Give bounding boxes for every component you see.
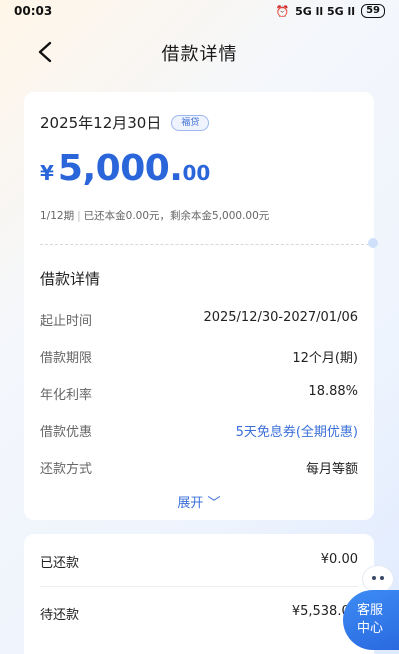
- expand-button[interactable]: 展开 ﹀: [24, 492, 374, 511]
- detail-value: 每月等额: [305, 462, 358, 477]
- service-label-1: 客服: [357, 603, 384, 618]
- amount-integer: 5,000.: [57, 148, 183, 189]
- detail-value: 18.88%: [308, 384, 358, 399]
- paid-label: 已还款: [40, 556, 80, 571]
- pending-row: 待还款 ¥5,538.03: [40, 604, 358, 623]
- loan-date: 2025年12月30日: [40, 114, 162, 132]
- mascot-icon[interactable]: [363, 566, 393, 592]
- detail-label: 还款方式: [40, 462, 93, 477]
- amount-decimal: 00: [182, 161, 211, 185]
- principal-text: 已还本金0.00元，剩余本金5,000.00元: [83, 210, 270, 222]
- details-title: 借款详情: [40, 270, 101, 288]
- detail-row-method: 还款方式 每月等额: [40, 458, 358, 477]
- loan-date-row: 2025年12月30日 福贷: [40, 112, 210, 133]
- dashed-divider: [40, 244, 374, 245]
- loan-tag-badge: 福贷: [171, 114, 210, 131]
- loan-card: 2025年12月30日 福贷 ¥ 5,000. 00 1/12期 | 已还本金0.0…: [24, 92, 378, 520]
- detail-row-term: 借款期限 12个月(期): [40, 347, 358, 366]
- amount-currency: ¥: [40, 161, 54, 185]
- status-time: 00:03: [14, 4, 53, 18]
- repay-divider: [40, 586, 358, 587]
- detail-label: 借款优惠: [40, 425, 93, 440]
- detail-label: 起止时间: [40, 314, 93, 329]
- status-bar: 00:03 ⏰ 5G ll 5G ll 59: [0, 0, 399, 22]
- detail-row-rate: 年化利率 18.88%: [40, 384, 358, 403]
- status-icons: ⏰ 5G ll 5G ll 59: [275, 4, 385, 18]
- repayment-card: 已还款 ¥0.00 待还款 ¥5,538.03: [24, 534, 374, 654]
- period-text: 1/12期: [40, 210, 75, 222]
- repay-progress: 1/12期 | 已还本金0.00元，剩余本金5,000.00元: [40, 210, 270, 222]
- detail-row-discount: 借款优惠 5天免息券(全期优惠): [40, 421, 358, 440]
- battery-icon: 59: [361, 4, 385, 18]
- paid-value: ¥0.00: [320, 552, 358, 567]
- signal-icon: 5G ll 5G ll: [295, 4, 356, 18]
- pending-label: 待还款: [40, 608, 80, 623]
- nav-bar: 借款详情: [0, 22, 399, 84]
- paid-row: 已还款 ¥0.00: [40, 552, 358, 571]
- service-label-2: 中心: [357, 621, 384, 636]
- detail-row-period: 起止时间 2025/12/30-2027/01/06: [40, 310, 358, 329]
- loan-amount: ¥ 5,000. 00: [40, 148, 210, 189]
- page-title: 借款详情: [161, 44, 238, 65]
- detail-label: 年化利率: [40, 388, 93, 403]
- detail-label: 借款期限: [40, 351, 93, 366]
- alarm-icon: ⏰: [275, 4, 290, 18]
- detail-value: 12个月(期): [292, 351, 358, 366]
- card-notch: [368, 238, 378, 248]
- detail-value: 2025/12/30-2027/01/06: [203, 310, 358, 325]
- customer-service-button[interactable]: 客服 中心: [343, 590, 399, 650]
- back-arrow-icon[interactable]: [36, 40, 54, 64]
- discount-link[interactable]: 5天免息券(全期优惠): [236, 421, 358, 440]
